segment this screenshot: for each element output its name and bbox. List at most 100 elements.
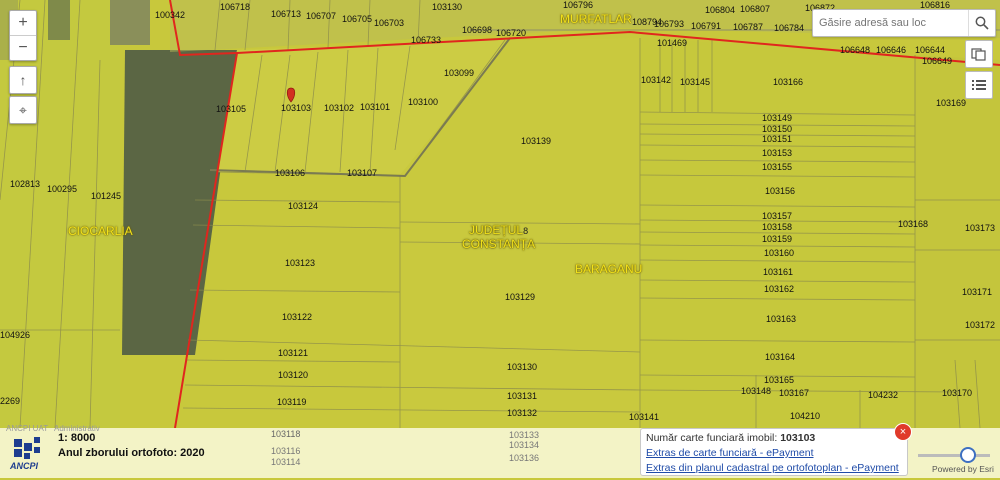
plot-label[interactable]: 103166 (773, 77, 803, 87)
plot-label[interactable]: 106644 (915, 45, 945, 55)
zoom-out-button[interactable]: − (10, 35, 36, 60)
plot-label[interactable]: 103160 (764, 248, 794, 258)
plot-label[interactable]: 106784 (774, 23, 804, 33)
plot-label[interactable]: 103114 (271, 457, 300, 467)
plot-label[interactable]: 106707 (306, 11, 336, 21)
plot-label[interactable]: 103142 (641, 75, 671, 85)
plot-label[interactable]: 101245 (91, 191, 121, 201)
plot-label[interactable]: 106705 (342, 14, 372, 24)
opacity-slider-track[interactable] (918, 454, 990, 457)
plot-label[interactable]: 106648 (840, 45, 870, 55)
plot-label[interactable]: 103161 (763, 267, 793, 277)
plot-label[interactable]: 103159 (762, 234, 792, 244)
plot-label[interactable]: 106703 (374, 18, 404, 28)
plot-label[interactable]: 103165 (764, 375, 794, 385)
plot-label[interactable]: 106791 (691, 21, 721, 31)
plot-label[interactable]: 103136 (509, 453, 539, 463)
plot-label[interactable]: 103129 (505, 292, 535, 302)
zoom-in-button[interactable]: + (10, 11, 36, 35)
plot-label[interactable]: 103100 (408, 97, 438, 107)
plot-label[interactable]: 106793 (654, 19, 684, 29)
plot-label[interactable]: 103162 (764, 284, 794, 294)
plot-label[interactable]: 103122 (282, 312, 312, 322)
plot-label[interactable]: 103123 (285, 258, 315, 268)
plot-label[interactable]: 103150 (762, 124, 792, 134)
plot-label[interactable]: 103121 (278, 348, 308, 358)
plot-label[interactable]: 103134 (509, 440, 539, 450)
plot-label[interactable]: 104210 (790, 411, 820, 421)
plot-label[interactable]: 103155 (762, 162, 792, 172)
plot-label[interactable]: 103124 (288, 201, 318, 211)
plot-label[interactable]: 106698 (462, 25, 492, 35)
plot-label[interactable]: 103118 (271, 429, 300, 439)
layers-button[interactable] (965, 40, 993, 68)
place-label-ciocarlia: CIOCARLIA (68, 224, 133, 238)
plot-label[interactable]: 106649 (922, 56, 952, 66)
plot-label[interactable]: 103133 (509, 430, 539, 440)
plot-label[interactable]: 106713 (271, 9, 301, 19)
plot-label[interactable]: 100342 (155, 10, 185, 20)
search-input[interactable] (813, 16, 966, 30)
plot-label[interactable]: 103132 (507, 408, 537, 418)
plot-label[interactable]: 103116 (271, 446, 300, 456)
popup-close-button[interactable]: × (894, 423, 912, 441)
plot-label[interactable]: 103149 (762, 113, 792, 123)
plot-label[interactable]: 102813 (10, 179, 40, 189)
plot-label[interactable]: 103170 (942, 388, 972, 398)
plot-label[interactable]: 103153 (762, 148, 792, 158)
plot-label[interactable]: 103145 (680, 77, 710, 87)
plot-label[interactable]: 103169 (936, 98, 966, 108)
plot-label[interactable]: 106796 (563, 0, 593, 10)
extract-cadastral-plan-link[interactable]: Extras din planul cadastral pe ortofotop… (646, 462, 899, 474)
plot-label[interactable]: 103168 (898, 219, 928, 229)
plot-label[interactable]: 106804 (705, 5, 735, 15)
plot-label[interactable]: 104232 (868, 390, 898, 400)
plot-label[interactable]: 103099 (444, 68, 474, 78)
plot-label[interactable]: 103119 (277, 397, 306, 407)
plot-label[interactable]: 106807 (740, 4, 770, 14)
plot-label[interactable]: 103172 (965, 320, 995, 330)
plot-label[interactable]: 2269 (0, 396, 20, 406)
locate-button[interactable]: ⌖ (9, 96, 37, 124)
plot-label[interactable]: 106646 (876, 45, 906, 55)
map-view[interactable]: 100342 106718 106713 106707 106705 10670… (0, 0, 1000, 428)
extract-land-book-link[interactable]: Extras de carte funciară - ePayment (646, 447, 814, 459)
plot-label[interactable]: 103164 (765, 352, 795, 362)
plot-label[interactable]: 106720 (496, 28, 526, 38)
opacity-slider-handle[interactable] (960, 447, 976, 463)
plot-label[interactable]: 103157 (762, 211, 792, 221)
plot-label[interactable]: 103107 (347, 168, 377, 178)
plot-label[interactable]: 106718 (220, 2, 250, 12)
plot-label[interactable]: 103151 (762, 134, 792, 144)
plot-label[interactable]: 103103 (281, 103, 311, 113)
plot-label[interactable]: 103173 (965, 223, 995, 233)
plot-label[interactable]: 103171 (962, 287, 992, 297)
north-arrow-button[interactable]: ↑ (9, 66, 37, 94)
plot-label[interactable]: 103141 (629, 412, 659, 422)
county-label: JUDEȚUL8 CONSTANȚA (462, 224, 535, 251)
plot-label[interactable]: 103148 (741, 386, 771, 396)
plot-label[interactable]: 100295 (47, 184, 77, 194)
logo-text: ANCPI (9, 461, 39, 471)
plot-label[interactable]: 103167 (779, 388, 809, 398)
plot-label[interactable]: 106787 (733, 22, 763, 32)
plot-label[interactable]: 103158 (762, 222, 792, 232)
plot-label[interactable]: 103120 (278, 370, 308, 380)
ancpi-logo: ANCPI (8, 433, 48, 475)
place-label-murfatlar: MURFATLAR (560, 12, 632, 26)
plot-label[interactable]: 103131 (507, 391, 537, 401)
legend-button[interactable] (965, 71, 993, 99)
plot-label[interactable]: 103105 (216, 104, 246, 114)
plot-label[interactable]: 103139 (521, 136, 551, 146)
plot-label[interactable]: 103102 (324, 103, 354, 113)
plot-label[interactable]: 104926 (0, 330, 30, 340)
plot-label[interactable]: 103130 (432, 2, 462, 12)
plot-label[interactable]: 103156 (765, 186, 795, 196)
plot-label[interactable]: 103106 (275, 168, 305, 178)
plot-label[interactable]: 103101 (360, 102, 390, 112)
plot-label[interactable]: 103163 (766, 314, 796, 324)
plot-label[interactable]: 103130 (507, 362, 537, 372)
plot-label[interactable]: 101469 (657, 38, 687, 48)
search-button[interactable] (968, 10, 995, 36)
plot-label[interactable]: 106733 (411, 35, 441, 45)
